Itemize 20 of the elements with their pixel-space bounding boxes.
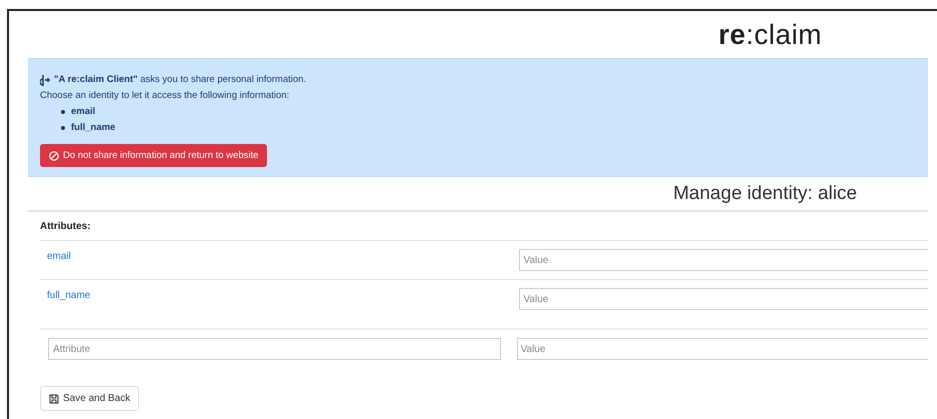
identity-heading: Manage identity: alice: [673, 182, 857, 204]
fork-icon: [40, 74, 51, 86]
attributes-label: Attributes:: [40, 212, 928, 241]
deny-button[interactable]: Do not share information and return to website: [40, 144, 268, 167]
value-field[interactable]: Value: [519, 288, 928, 310]
logo: re:claim: [718, 18, 822, 50]
save-icon: [49, 394, 59, 404]
value-field[interactable]: Value: [519, 249, 928, 271]
request-prompt: Choose an identity to let it access the following information:: [40, 89, 290, 103]
bullet-dot: [61, 126, 65, 130]
request-text: "A re:claim Client" asks you to share personal information.: [54, 73, 306, 87]
attribute-field[interactable]: Attribute: [48, 338, 501, 360]
bullet-dot: [61, 110, 65, 114]
save-button[interactable]: Save and Back: [40, 386, 140, 411]
attribute-link[interactable]: full_name: [40, 290, 520, 301]
value-field[interactable]: Value: [516, 338, 928, 360]
ban-icon: [49, 150, 59, 160]
requested-attribute: full_name: [71, 121, 116, 135]
requested-attribute: email: [71, 105, 96, 119]
attribute-link[interactable]: email: [40, 251, 520, 262]
